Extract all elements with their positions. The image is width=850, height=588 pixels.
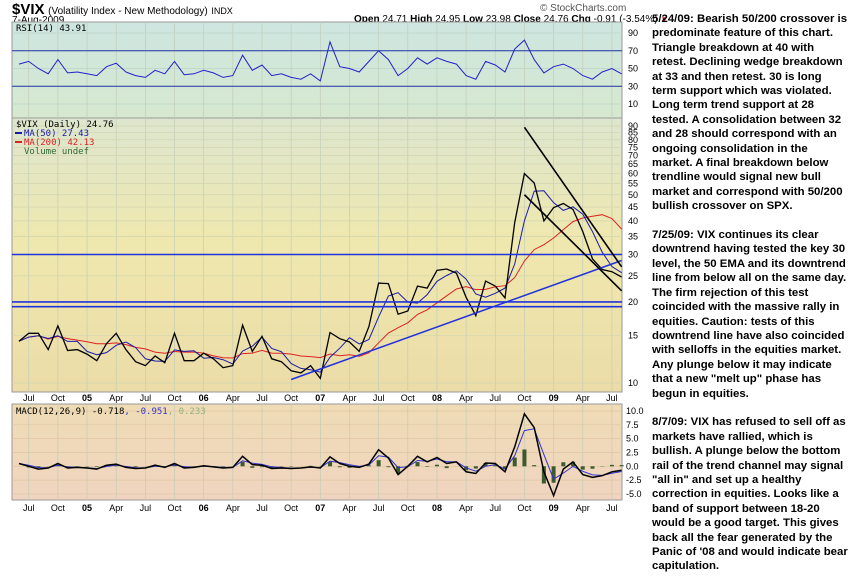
macd-histogram-bar xyxy=(95,466,99,467)
macd-histogram-bar xyxy=(386,466,390,467)
x-tick-label: Oct xyxy=(284,393,299,403)
macd-histogram-bar xyxy=(134,466,138,467)
macd-histogram-bar xyxy=(513,457,517,466)
rsi-tick-label: 30 xyxy=(628,81,638,91)
price-tick-label: 90 xyxy=(628,121,638,131)
x-tick-label: Oct xyxy=(51,393,66,403)
x-tick-label: 06 xyxy=(199,393,209,403)
x-tick-label: 08 xyxy=(432,393,442,403)
macd-tick-label: 2.5 xyxy=(626,447,639,457)
macd-histogram-bar xyxy=(338,466,342,467)
note-0725: 7/25/09: VIX continues its clear downtre… xyxy=(652,228,848,401)
macd-histogram-bar xyxy=(445,466,449,468)
note-0807: 8/7/09: VIX has refused to sell off as m… xyxy=(652,415,848,573)
price-tick-label: 10 xyxy=(628,378,638,388)
price-tick-label: 40 xyxy=(628,216,638,226)
x-tick-label: Oct xyxy=(401,503,416,513)
price-tick-label: 25 xyxy=(628,271,638,281)
price-tick-label: 45 xyxy=(628,202,638,212)
x-tick-label: 07 xyxy=(315,503,325,513)
macd-histogram-bar xyxy=(425,466,429,467)
x-tick-label: Jul xyxy=(490,393,502,403)
macd-histogram-bar xyxy=(435,465,439,467)
macd-histogram-bar xyxy=(610,465,614,466)
x-tick-label: 05 xyxy=(82,393,92,403)
x-tick-label: Jul xyxy=(256,393,268,403)
x-tick-label: Apr xyxy=(226,503,240,513)
commentary: 5/24/09: Bearish 50/200 crossover is pre… xyxy=(652,12,848,588)
x-tick-label: Apr xyxy=(342,503,356,513)
price-tick-label: 20 xyxy=(628,297,638,307)
note-0524: 5/24/09: Bearish 50/200 crossover is pre… xyxy=(652,12,848,214)
x-tick-label: Apr xyxy=(226,393,240,403)
x-tick-label: Oct xyxy=(168,503,183,513)
x-tick-label: Apr xyxy=(576,393,590,403)
x-tick-label: Jul xyxy=(140,503,152,513)
price-tick-label: 55 xyxy=(628,179,638,189)
macd-histogram-bar xyxy=(250,466,254,468)
volume-legend: Volume undef xyxy=(24,147,89,157)
x-tick-label: Jul xyxy=(140,393,152,403)
vix-chart: Jul Jul Oct Oct 05 05 Apr Apr Jul Jul Oct Oct 06 06 Ap… xyxy=(0,0,650,516)
rsi-tick-label: 70 xyxy=(628,46,638,56)
x-tick-label: Jul xyxy=(23,393,35,403)
x-tick-label: Oct xyxy=(517,503,532,513)
x-tick-label: Apr xyxy=(342,393,356,403)
x-tick-label: Apr xyxy=(109,393,123,403)
x-tick-label: Apr xyxy=(576,503,590,513)
macd-histogram-bar xyxy=(221,466,225,467)
macd-panel xyxy=(12,404,622,500)
macd-histogram-bar xyxy=(241,462,245,466)
macd-histogram-bar xyxy=(416,462,420,466)
macd-histogram-bar xyxy=(620,465,624,466)
x-tick-label: Jul xyxy=(256,503,268,513)
price-tick-label: 65 xyxy=(628,159,638,169)
rsi-tick-label: 50 xyxy=(628,64,638,74)
rsi-legend: RSI(14) 43.91 xyxy=(16,24,86,34)
x-tick-label: Oct xyxy=(51,503,66,513)
macd-tick-label: 0.0 xyxy=(626,461,639,471)
macd-histogram-bar xyxy=(532,465,536,466)
rsi-tick-label: 90 xyxy=(628,28,638,38)
x-tick-label: Jul xyxy=(606,503,618,513)
x-tick-label: Apr xyxy=(459,503,473,513)
macd-histogram-bar xyxy=(522,450,526,467)
price-tick-label: 35 xyxy=(628,231,638,241)
x-tick-label: Jul xyxy=(23,503,35,513)
x-tick-label: Jul xyxy=(373,503,385,513)
x-tick-label: 06 xyxy=(199,503,209,513)
x-tick-label: Jul xyxy=(490,503,502,513)
macd-tick-label: 10.0 xyxy=(626,406,644,416)
x-tick-label: Apr xyxy=(109,503,123,513)
macd-histogram-bar xyxy=(377,460,381,466)
x-tick-label: Jul xyxy=(606,393,618,403)
macd-histogram-bar xyxy=(581,466,585,469)
macd-tick-label: 7.5 xyxy=(626,420,639,430)
macd-tick-label: -5.0 xyxy=(626,489,642,499)
price-tick-label: 50 xyxy=(628,190,638,200)
x-tick-label: Jul xyxy=(373,393,385,403)
x-tick-label: 08 xyxy=(432,503,442,513)
rsi-tick-label: 10 xyxy=(628,99,638,109)
macd-tick-label: -2.5 xyxy=(626,475,642,485)
x-tick-label: Oct xyxy=(517,393,532,403)
x-tick-label: Oct xyxy=(284,503,299,513)
price-tick-label: 15 xyxy=(628,331,638,341)
price-tick-label: 30 xyxy=(628,250,638,260)
x-tick-label: Oct xyxy=(168,393,183,403)
macd-histogram-bar xyxy=(590,466,594,468)
x-tick-label: Apr xyxy=(459,393,473,403)
x-tick-label: 05 xyxy=(82,503,92,513)
macd-histogram-bar xyxy=(474,466,478,468)
macd-legend: MACD(12,26,9) -0.718, -0.951, 0.233 xyxy=(16,407,206,417)
macd-histogram-bar xyxy=(561,462,565,466)
macd-tick-label: 5.0 xyxy=(626,434,639,444)
x-tick-label: 09 xyxy=(549,503,559,513)
x-tick-label: Oct xyxy=(401,393,416,403)
x-tick-label: 09 xyxy=(549,393,559,403)
x-tick-label: 07 xyxy=(315,393,325,403)
price-tick-label: 60 xyxy=(628,168,638,178)
